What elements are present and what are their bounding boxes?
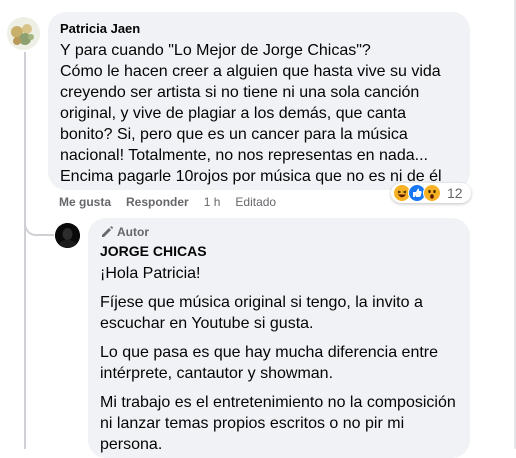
reactions-pill[interactable]: 12 (391, 183, 471, 203)
wow-emoji-icon (423, 184, 441, 202)
comment-line: Cómo le hacen creer a alguien que hasta … (60, 63, 442, 185)
thread-line (24, 52, 26, 449)
edited-label[interactable]: Editado (235, 195, 276, 209)
comment-actions: Me gusta Responder 1 h Editado (59, 195, 276, 209)
avatar[interactable] (55, 223, 80, 248)
reply-paragraph: ¡Hola Patricia! (100, 265, 201, 282)
comment-line: Y para cuando "Lo Mejor de Jorge Chicas"… (60, 42, 371, 59)
reaction-count: 12 (447, 185, 463, 201)
comment-bubble: Patricia Jaen Y para cuando "Lo Mejor de… (48, 12, 470, 190)
timestamp[interactable]: 1 h (204, 195, 221, 209)
thread-branch (24, 210, 54, 236)
pencil-icon (100, 225, 114, 239)
comment-text: Y para cuando "Lo Mejor de Jorge Chicas"… (60, 40, 458, 187)
reply-button[interactable]: Responder (126, 195, 189, 209)
reply-text: ¡Hola Patricia! Fíjese que música origin… (100, 263, 458, 455)
reply-author[interactable]: JORGE CHICAS (100, 243, 458, 259)
author-badge: Autor (100, 225, 458, 239)
reply-paragraph: Fíjese que música original si tengo, la … (100, 294, 423, 332)
comment-author[interactable]: Patricia Jaen (60, 21, 458, 36)
author-badge-label: Autor (117, 225, 149, 239)
reply-paragraph: Mi trabajo es el entretenimiento no la c… (100, 394, 456, 453)
reply-paragraph: Lo que pasa es que hay mucha diferencia … (100, 344, 439, 382)
avatar[interactable] (7, 17, 40, 50)
reply-bubble: Autor JORGE CHICAS ¡Hola Patricia! Fíjes… (88, 218, 470, 458)
like-button[interactable]: Me gusta (59, 195, 111, 209)
